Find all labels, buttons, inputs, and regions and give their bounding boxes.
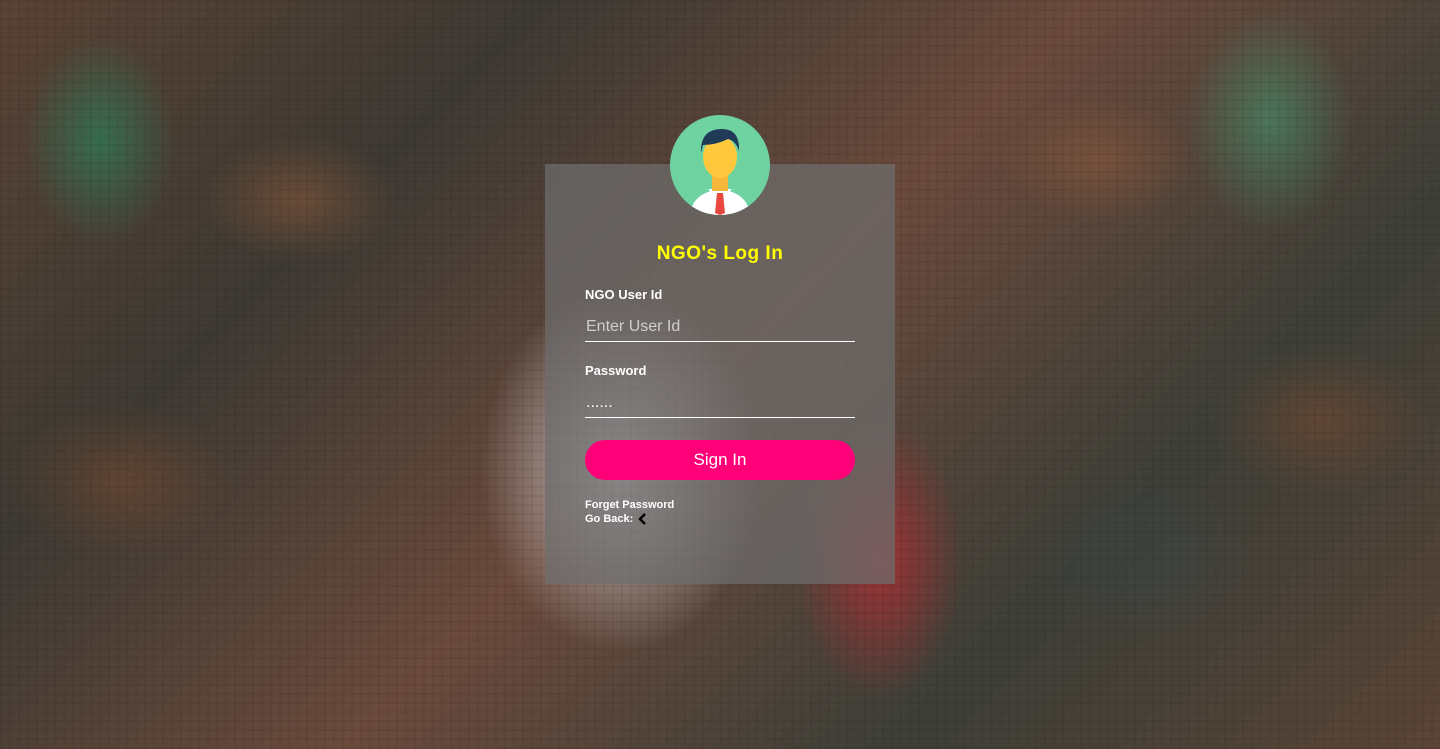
chevron-left-icon (638, 513, 647, 525)
forgot-password-link[interactable]: Forget Password (585, 499, 674, 511)
sign-in-button[interactable]: Sign In (585, 440, 855, 480)
password-input[interactable] (585, 388, 855, 418)
password-label: Password (585, 363, 647, 378)
login-title: NGO's Log In (656, 243, 784, 264)
user-id-label: NGO User Id (585, 287, 663, 302)
user-id-input[interactable] (585, 312, 855, 342)
user-avatar-icon (670, 115, 770, 215)
go-back-label: Go Back: (585, 513, 634, 525)
go-back-link[interactable]: Go Back: (585, 513, 647, 525)
